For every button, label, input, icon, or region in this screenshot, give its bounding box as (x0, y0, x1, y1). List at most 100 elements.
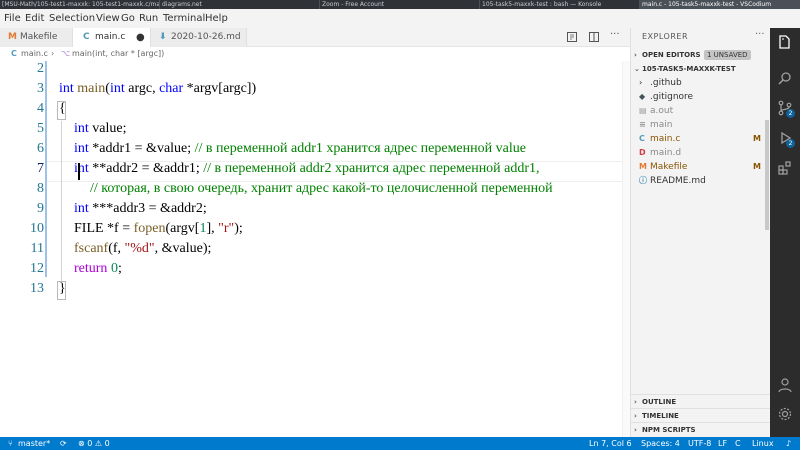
line-number: 5 (37, 121, 44, 136)
modified-badge: M (753, 134, 761, 143)
indentation[interactable]: Spaces: 4 (641, 437, 680, 450)
file-name: main (650, 120, 673, 130)
unsaved-badge: 1 UNSAVED (704, 50, 751, 60)
taskbar-item-konsole[interactable]: 105-task5-maxxk-test : bash — Konsole (480, 0, 640, 9)
line-number: 6 (37, 141, 44, 156)
code-line-8: // которая, в свою очередь, хранит адрес… (90, 181, 553, 196)
git-branch[interactable]: master* (18, 437, 50, 450)
file-item-a-out[interactable]: ▤ a.out (631, 104, 770, 118)
breadcrumb-file[interactable]: main.c (21, 47, 48, 61)
folder-section[interactable]: ⌄ 105-TASK5-MAXXK-TEST (631, 62, 770, 76)
menu-go[interactable]: Go (121, 9, 135, 28)
menu-edit[interactable]: Edit (25, 9, 44, 28)
menu-run[interactable]: Run (139, 9, 158, 28)
code-line-5: int value; (74, 121, 127, 136)
d-file-icon: D (639, 148, 646, 157)
file-item-main-c[interactable]: C main.c M (631, 132, 770, 146)
explorer-title: EXPLORER (642, 32, 688, 41)
end-of-line[interactable]: LF (718, 437, 727, 450)
indent-guide (61, 121, 62, 281)
file-name: Makefile (650, 162, 688, 172)
status-bar: ⑂ master* ⟳ ⊗ 0 ⚠ 0 Ln 7, Col 6 Spaces: … (0, 437, 800, 450)
more-actions-icon[interactable]: ··· (755, 29, 765, 40)
taskbar-item-zoom[interactable]: Zoom - Free Account (320, 0, 480, 9)
git-icon: ◆ (639, 92, 646, 101)
tab-main-c[interactable]: C main.c ● (73, 28, 151, 47)
file-item-readme[interactable]: ⓘ README.md (631, 174, 770, 188)
sync-icon[interactable]: ⟳ (60, 437, 67, 450)
unsaved-dot-icon[interactable]: ● (136, 28, 145, 47)
line-number: 11 (30, 241, 44, 256)
code-editor[interactable]: 2 3 4 5 6 7 8 9 10 11 12 13 int main(int… (0, 61, 630, 437)
chevron-right-icon: › (634, 398, 637, 406)
line-number: 10 (30, 221, 44, 236)
makefile-icon: M (8, 32, 17, 42)
file-name: README.md (650, 176, 706, 186)
encoding[interactable]: UTF-8 (688, 437, 711, 450)
search-icon[interactable] (777, 70, 793, 86)
chevron-right-icon: › (634, 51, 637, 59)
code-line-11: fscanf(f, "%d", &value); (74, 241, 212, 256)
settings-gear-icon[interactable] (777, 406, 793, 422)
minimap[interactable] (622, 61, 630, 437)
explorer-sidebar: EXPLORER ··· › OPEN EDITORS 1 UNSAVED ⌄ … (630, 28, 770, 437)
text-cursor (78, 163, 80, 180)
file-item-github[interactable]: › .github (631, 76, 770, 90)
tab-makefile[interactable]: M Makefile (0, 28, 73, 47)
chevron-down-icon: ⌄ (634, 65, 640, 73)
file-item-makefile[interactable]: M Makefile M (631, 160, 770, 174)
platform[interactable]: Linux (752, 437, 774, 450)
code-line-7: int **addr2 = &addr1; // в переменной ad… (74, 161, 540, 176)
file-name: .github (650, 78, 682, 88)
explorer-icon[interactable] (777, 34, 793, 50)
code-line-10: FILE *f = fopen(argv[1], "r"); (74, 221, 243, 236)
folder-chevron-icon: › (639, 78, 643, 87)
file-item-main-d[interactable]: D main.d (631, 146, 770, 160)
account-icon[interactable] (777, 377, 793, 393)
menu-file[interactable]: File (4, 9, 21, 28)
function-symbol-icon: ⌥ (61, 49, 71, 58)
npm-scripts-section[interactable]: › NPM SCRIPTS (631, 422, 770, 436)
line-number: 3 (37, 81, 44, 96)
folder-label: 105-TASK5-MAXXK-TEST (642, 65, 736, 73)
code-line-4: { (59, 101, 66, 116)
breadcrumb-symbol[interactable]: main(int, char * [argc]) (72, 47, 164, 61)
file-name: main.c (650, 134, 681, 144)
editor-tab-bar: M Makefile C main.c ● ⬇ 2020-10-26.md (0, 28, 630, 47)
line-number-current: 7 (37, 161, 44, 176)
language-mode[interactable]: C (735, 437, 741, 450)
outline-label: OUTLINE (642, 398, 677, 406)
tab-label: Makefile (20, 32, 58, 42)
taskbar-item-vscodium[interactable]: main.c - 105-task5-maxxk-test - VSCodium (640, 0, 800, 9)
timeline-section[interactable]: › TIMELINE (631, 408, 770, 422)
taskbar-item-diagrams[interactable]: diagrams.net (160, 0, 320, 9)
file-item-main[interactable]: ≡ main (631, 118, 770, 132)
open-editors-section[interactable]: › OPEN EDITORS 1 UNSAVED (631, 48, 770, 62)
menu-help[interactable]: Help (205, 9, 228, 28)
sidebar-scrollbar[interactable] (765, 120, 769, 230)
line-number: 9 (37, 201, 44, 216)
more-actions-icon[interactable]: ··· (610, 29, 620, 40)
open-changes-icon[interactable] (566, 31, 578, 43)
c-file-icon: C (83, 32, 90, 42)
timeline-label: TIMELINE (642, 412, 679, 420)
extensions-icon[interactable] (777, 160, 793, 176)
menu-selection[interactable]: Selection (49, 9, 95, 28)
menu-terminal[interactable]: Terminal (163, 9, 205, 28)
tab-markdown[interactable]: ⬇ 2020-10-26.md (151, 28, 247, 47)
git-modified-gutter (45, 61, 47, 277)
split-editor-icon[interactable] (588, 31, 600, 43)
cursor-position[interactable]: Ln 7, Col 6 (589, 437, 632, 450)
breadcrumb: C main.c › ⌥ main(int, char * [argc]) (0, 47, 630, 61)
notifications-bell-icon[interactable]: ♪ (786, 437, 791, 450)
problems-indicator[interactable]: ⊗ 0 ⚠ 0 (78, 437, 110, 450)
file-item-gitignore[interactable]: ◆ .gitignore (631, 90, 770, 104)
outline-section[interactable]: › OUTLINE (631, 394, 770, 408)
line-number: 8 (37, 181, 44, 196)
file-name: .gitignore (650, 92, 694, 102)
makefile-icon: M (639, 162, 647, 171)
menu-view[interactable]: View (96, 9, 120, 28)
binary-file-icon: ▤ (639, 106, 647, 115)
taskbar-item-browser[interactable]: [MSU-Math/105-test1-maxxk: 105-test1-max… (0, 0, 160, 9)
line-number: 12 (30, 261, 44, 276)
